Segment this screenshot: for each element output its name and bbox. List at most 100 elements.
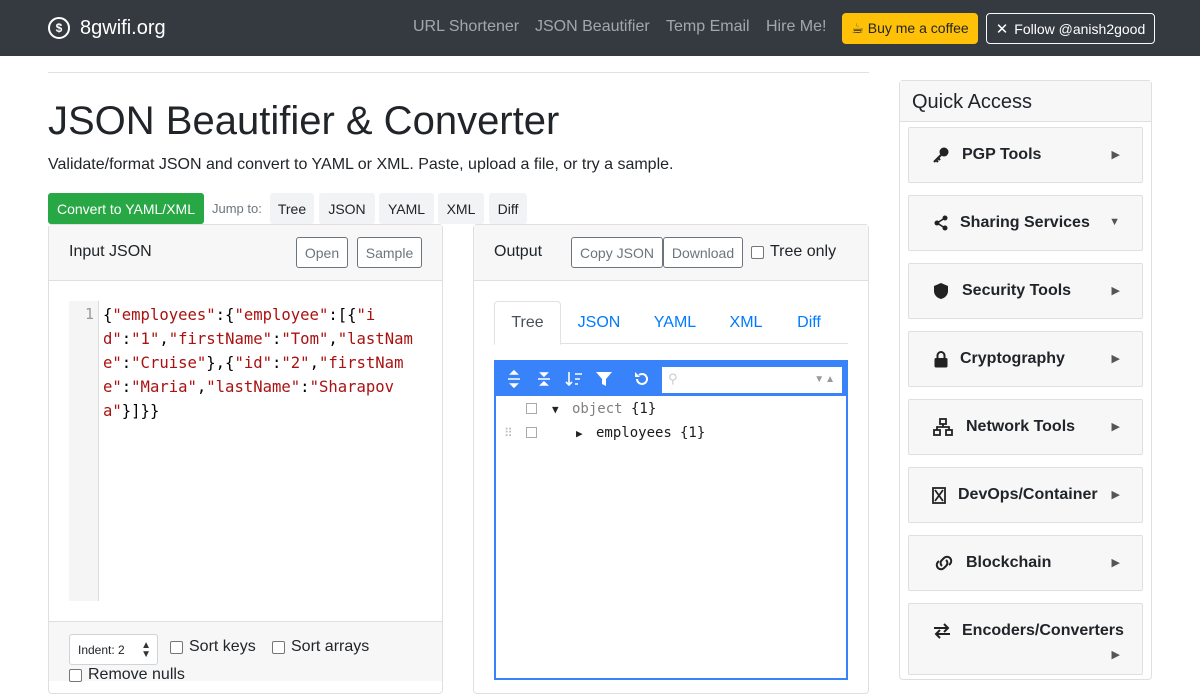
- quick-access-title: Quick Access: [912, 91, 1033, 113]
- json-punct-token: :[{: [328, 306, 357, 324]
- nav-link-temp-email[interactable]: Temp Email: [666, 18, 750, 36]
- indent-select[interactable]: Indent: 2 ▲ ▼: [69, 634, 158, 665]
- qa-item-pgp-tools[interactable]: PGP Tools ▶: [908, 127, 1143, 183]
- json-input-editor[interactable]: 1 {"employees":{"employee":[{"id":"1","f…: [69, 301, 421, 601]
- tab-json[interactable]: JSON: [566, 301, 632, 344]
- row-context-icon[interactable]: [526, 427, 537, 438]
- copy-json-button[interactable]: Copy JSON: [571, 237, 663, 268]
- follow-button[interactable]: ✕ Follow @anish2good: [986, 13, 1155, 44]
- qa-item-label: DevOps/Container: [958, 486, 1098, 503]
- json-punct-token: ,: [328, 330, 338, 348]
- sort-arrays-box[interactable]: [272, 640, 285, 654]
- tree-key-employees: employees: [596, 425, 672, 441]
- row-context-icon[interactable]: [526, 403, 537, 414]
- tab-diff[interactable]: Diff: [784, 301, 834, 344]
- x-logo-icon: ✕: [995, 20, 1009, 38]
- quick-access-header: Quick Access: [900, 81, 1151, 122]
- qa-item-network-tools[interactable]: Network Tools ▶: [908, 399, 1143, 455]
- buy-coffee-button[interactable]: ☕ Buy me a coffee: [842, 13, 978, 44]
- qa-item-label: Cryptography: [960, 350, 1065, 367]
- qa-item-security-tools[interactable]: Security Tools ▶: [908, 263, 1143, 319]
- json-punct-token: :: [121, 354, 132, 372]
- filter-icon[interactable]: [592, 367, 616, 391]
- caret-right-icon: ▶: [1111, 421, 1120, 433]
- line-gutter: 1: [69, 301, 99, 601]
- json-punct-token: :: [121, 378, 132, 396]
- jump-json-button[interactable]: JSON: [319, 193, 375, 224]
- remove-nulls-box[interactable]: [69, 668, 82, 682]
- jump-diff-button[interactable]: Diff: [489, 193, 527, 224]
- sample-button[interactable]: Sample: [357, 237, 422, 268]
- download-button[interactable]: Download: [663, 237, 743, 268]
- json-punct-token: :: [272, 330, 282, 348]
- tab-tree[interactable]: Tree: [494, 301, 561, 345]
- output-card: Output Copy JSON Download Tree only Tree…: [473, 224, 869, 694]
- json-punct-token: :: [121, 330, 132, 348]
- tree-child-count: {1}: [680, 425, 706, 441]
- sort-icon[interactable]: [562, 367, 586, 391]
- json-string-token: "employees": [112, 306, 216, 324]
- expand-toggle-icon[interactable]: ▼: [552, 403, 559, 416]
- search-icon: ⚲: [668, 371, 678, 386]
- json-input-code[interactable]: {"employees":{"employee":[{"id":"1","fir…: [103, 303, 419, 423]
- sort-arrays-checkbox[interactable]: Sort arrays: [272, 638, 369, 656]
- tree-row-employees[interactable]: ⠿ ▶ employees {1}: [496, 422, 846, 444]
- json-punct-token: {: [103, 306, 113, 324]
- json-string-token: "Tom": [281, 330, 329, 348]
- tree-root-row[interactable]: ▼ object {1}: [496, 398, 846, 420]
- jump-yaml-button[interactable]: YAML: [379, 193, 434, 224]
- follow-label: Follow @anish2good: [1014, 20, 1146, 37]
- drag-handle-icon[interactable]: ⠿: [504, 426, 513, 440]
- caret-right-icon: ▶: [1111, 489, 1120, 501]
- input-card: Input JSON Open Sample 1 {"employees":{"…: [48, 224, 443, 694]
- caret-right-icon: ▶: [1111, 149, 1120, 161]
- network-icon: [933, 417, 953, 437]
- nav-link-hire-me[interactable]: Hire Me!: [766, 18, 826, 36]
- input-options-bar: Indent: 2 ▲ ▼ Sort keys Sort arrays Remov…: [49, 621, 442, 684]
- qa-item-label: Network Tools: [966, 418, 1076, 435]
- convert-button[interactable]: Convert to YAML/XML: [48, 193, 204, 224]
- qa-item-label: PGP Tools: [962, 146, 1042, 163]
- qa-item-blockchain[interactable]: Blockchain ▶: [908, 535, 1143, 591]
- json-punct-token: }]}}: [121, 402, 160, 420]
- input-card-title: Input JSON: [69, 243, 152, 260]
- buy-coffee-label: ☕ Buy me a coffee: [851, 20, 969, 36]
- page-subtitle: Validate/format JSON and convert to YAML…: [48, 156, 674, 173]
- top-navbar: $ 8gwifi.org URL Shortener JSON Beautifi…: [0, 0, 1200, 56]
- exchange-icon: [932, 621, 952, 641]
- qa-item-cryptography[interactable]: Cryptography ▶: [908, 331, 1143, 387]
- remove-nulls-checkbox[interactable]: Remove nulls: [69, 666, 185, 684]
- link-icon: [934, 553, 954, 573]
- tree-only-checkbox[interactable]: Tree only: [751, 243, 836, 261]
- qa-item-sharing-services[interactable]: Sharing Services ▼: [908, 195, 1143, 251]
- nav-link-json-beautifier[interactable]: JSON Beautifier: [535, 18, 650, 36]
- qa-item-label: Encoders/Converters: [962, 622, 1124, 639]
- key-icon: [931, 145, 951, 165]
- tree-search-input[interactable]: ⚲ ▼▲: [662, 367, 842, 393]
- undo-icon[interactable]: [630, 367, 654, 391]
- open-button[interactable]: Open: [296, 237, 348, 268]
- json-punct-token: :: [272, 354, 282, 372]
- tab-xml[interactable]: XML: [718, 301, 774, 344]
- sort-keys-checkbox[interactable]: Sort keys: [170, 638, 256, 656]
- quick-access-panel: Quick Access PGP Tools ▶ Sharing Service…: [899, 80, 1152, 680]
- jump-tree-button[interactable]: Tree: [270, 193, 314, 224]
- json-string-token: "Maria": [131, 378, 197, 396]
- qa-item-encoders-converters[interactable]: Encoders/Converters ▶: [908, 603, 1143, 675]
- divider: [48, 72, 869, 73]
- brand-link[interactable]: $ 8gwifi.org: [48, 14, 166, 42]
- expand-toggle-icon[interactable]: ▶: [576, 427, 583, 440]
- indent-select-value: Indent: 2: [78, 642, 125, 657]
- expand-all-icon[interactable]: [502, 367, 526, 391]
- tab-yaml[interactable]: YAML: [642, 301, 708, 344]
- nav-link-url-shortener[interactable]: URL Shortener: [413, 18, 519, 36]
- json-string-token: "lastName": [206, 378, 301, 396]
- sort-keys-box[interactable]: [170, 640, 183, 654]
- share-icon: [931, 213, 951, 233]
- collapse-all-icon[interactable]: [532, 367, 556, 391]
- search-nav-arrows-icon[interactable]: ▼▲: [814, 374, 836, 385]
- tree-only-box[interactable]: [751, 245, 764, 259]
- qa-item-devops-container[interactable]: DevOps/Container ▶: [908, 467, 1143, 523]
- json-string-token: "id": [234, 354, 273, 372]
- jump-xml-button[interactable]: XML: [438, 193, 484, 224]
